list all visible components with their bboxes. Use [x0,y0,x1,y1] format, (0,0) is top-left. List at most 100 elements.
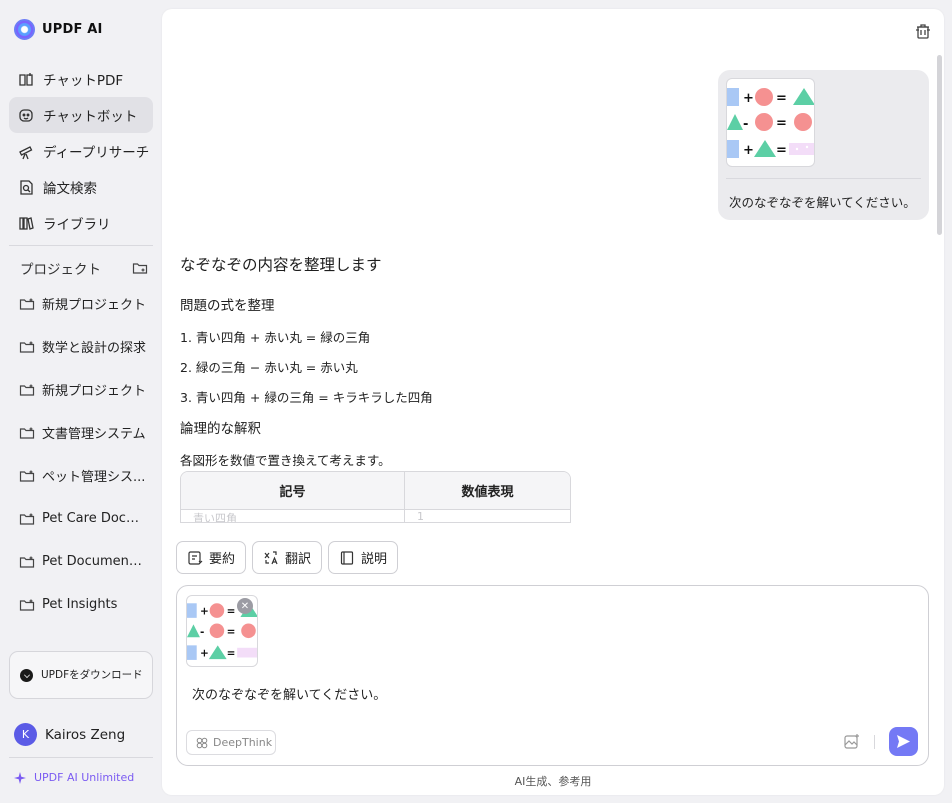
deepthink-icon [196,737,208,748]
sidebar-item-library[interactable]: ライブラリ [9,205,153,241]
answer-table: 記号 数値表現 青い四角 1 [180,471,571,523]
bubble-separator [726,178,921,179]
deepthink-label: DeepThink [213,736,273,749]
user-message-text: 次のなぞなぞを解いてください。 [729,195,916,210]
project-item[interactable]: 新規プロジェクト [9,282,153,325]
answer-paragraph: 各図形を数値で置き換えて考えます。 [180,453,391,468]
table-header-row: 記号 数値表現 [181,472,570,510]
translate-button[interactable]: 翻訳 [252,541,323,574]
folder-icon [19,427,35,439]
summary-icon [188,550,203,565]
doc-search-icon [18,179,35,196]
explain-button[interactable]: 説明 [328,541,399,574]
table-cell: 青い四角 [181,510,405,522]
chat-panel: + = - = + = 次のなぞなぞを解いてください。 なぞなぞの内容を整理しま… [162,9,944,795]
clear-chat-icon[interactable] [914,22,932,40]
user-profile[interactable]: K Kairos Zeng [14,723,125,746]
send-icon [897,735,910,748]
project-item[interactable]: ペット管理シス... [9,454,153,497]
message-composer[interactable]: + = - = + = ✕ 次のなぞなぞを解いてください。 DeepThink [176,585,929,766]
folder-icon [19,341,35,353]
riddle-image-thumbnail[interactable]: + = - = + = [726,78,815,167]
project-label: 新規プロジェクト [42,298,146,313]
project-item[interactable]: Pet Document... [9,540,153,583]
ai-disclaimer: AI生成、参考用 [514,775,592,788]
sidebar-item-deep-research[interactable]: ディープリサーチ [9,133,153,169]
download-icon [20,668,33,682]
book-open-icon [340,550,354,565]
sparkle-icon [14,771,26,784]
answer-line: 1. 青い四角 + 赤い丸 = 緑の三角 [180,330,371,345]
answer-title: なぞなぞの内容を整理します [180,256,382,274]
sidebar-item-chatbot[interactable]: チャットボット [9,97,153,133]
table-row: 青い四角 1 [181,510,570,522]
translate-icon [264,550,278,564]
send-button[interactable] [889,727,918,756]
download-updf-button[interactable]: UPDFをダウンロード [9,651,153,699]
book-icon [18,71,35,88]
answer-line: 3. 青い四角 + 緑の三角 = キラキラした四角 [180,390,433,405]
folder-icon [19,513,35,525]
remove-attachment-icon[interactable]: ✕ [237,598,253,614]
sidebar-divider [9,757,153,758]
telescope-icon [18,143,35,160]
project-label: Pet Care Docu... [42,511,146,526]
summarize-label: 要約 [209,552,236,567]
project-item[interactable]: 文書管理システム [9,411,153,454]
project-label: Pet Insights [42,597,118,612]
svg-text:=: = [227,606,236,618]
svg-text:+: + [200,606,209,618]
folder-icon [19,298,35,310]
sidebar-divider [9,245,153,246]
sidebar: UPDF AI チャットPDF チャットボット ディープリサーチ 論文検索 ライ… [0,0,162,803]
sidebar-item-chat-pdf[interactable]: チャットPDF [9,61,153,97]
project-item[interactable]: Pet Insights [9,583,153,626]
explain-label: 説明 [361,552,388,567]
sidebar-item-label: チャットPDF [43,73,124,89]
projects-header: プロジェクト [20,257,148,279]
sidebar-item-paper-search[interactable]: 論文検索 [9,169,153,205]
brand[interactable]: UPDF AI [14,19,103,40]
answer-heading: 論理的な解釈 [180,421,261,437]
project-label: 新規プロジェクト [42,384,146,399]
project-label: ペット管理シス... [42,470,146,485]
image-upload-icon[interactable] [843,733,861,751]
avatar: K [14,723,37,746]
sidebar-item-label: チャットボット [43,109,138,125]
sidebar-nav: チャットPDF チャットボット ディープリサーチ 論文検索 ライブラリ [9,61,153,241]
ai-answer: なぞなぞの内容を整理します 問題の式を整理 1. 青い四角 + 赤い丸 = 緑の… [180,253,740,523]
new-folder-icon[interactable] [132,260,148,276]
project-label: 文書管理システム [42,427,146,442]
summarize-button[interactable]: 要約 [176,541,247,574]
brand-name: UPDF AI [42,22,103,37]
updf-logo-icon [14,19,35,40]
svg-text:=: = [776,116,787,131]
project-item[interactable]: 新規プロジェクト [9,368,153,411]
svg-text:=: = [776,91,787,106]
projects-label: プロジェクト [20,262,101,278]
folder-icon [19,556,35,568]
project-label: Pet Document... [42,554,146,569]
svg-text:+: + [743,91,754,106]
svg-text:=: = [227,648,236,660]
download-label: UPDFをダウンロード [41,668,143,681]
plan-link[interactable]: UPDF AI Unlimited [14,771,134,784]
user-name: Kairos Zeng [45,726,126,743]
folder-icon [19,470,35,482]
deepthink-toggle[interactable]: DeepThink [186,730,276,755]
table-header-cell: 記号 [181,472,405,509]
project-label: 数学と設計の探求 [42,341,146,356]
answer-heading: 問題の式を整理 [180,298,275,314]
svg-text:-: - [743,117,748,132]
folder-icon [19,384,35,396]
sidebar-item-label: 論文検索 [43,181,97,197]
folder-icon [19,599,35,611]
chat-scrollbar[interactable] [937,55,942,235]
svg-text:+: + [200,648,209,660]
project-item[interactable]: Pet Care Docu... [9,497,153,540]
svg-text:-: - [200,627,204,639]
composer-input[interactable]: 次のなぞなぞを解いてください。 [192,684,386,703]
library-icon [18,215,35,232]
project-item[interactable]: 数学と設計の探求 [9,325,153,368]
svg-text:=: = [227,626,236,638]
